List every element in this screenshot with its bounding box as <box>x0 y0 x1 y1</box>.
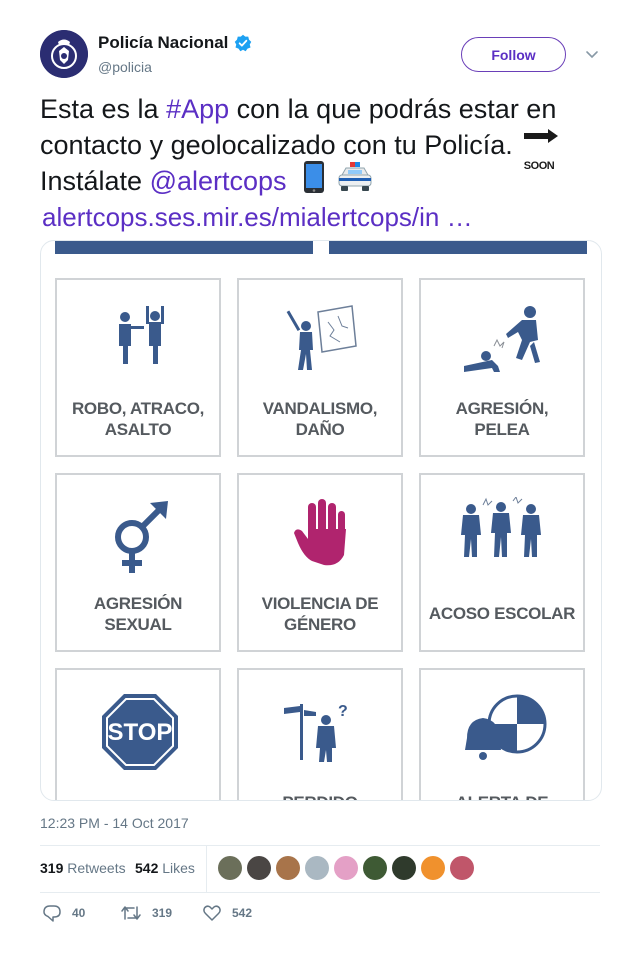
tweet-text-segment: Instálate <box>40 166 150 196</box>
tweet-text-segment: con la que podrás estar en <box>229 94 557 124</box>
tile-label-line: PELEA <box>474 420 530 439</box>
tile-label-line: AGRESIÓN, <box>455 399 549 418</box>
account-name[interactable]: Policía Nacional <box>98 33 228 53</box>
tweet-line-4: alertcops.ses.mir.es/mialertcops/in … <box>40 199 600 235</box>
follow-button[interactable]: Follow <box>461 37 566 72</box>
liker-avatar[interactable] <box>218 856 242 880</box>
tile-label: AGRESIÓN, PELEA <box>421 398 583 440</box>
account-handle[interactable]: @policia <box>98 59 152 75</box>
tile-label: ROBO, ATRACO, ASALTO <box>57 398 219 440</box>
url-link[interactable]: alertcops.ses.mir.es/mialertcops/in … <box>42 199 473 235</box>
tweet-text: Esta es la #App con la que podrás estar … <box>40 91 600 235</box>
reply-count: 40 <box>72 906 86 920</box>
likes-stat[interactable]: 542 Likes <box>135 860 195 876</box>
tile-sexual-assault: AGRESIÓN SEXUAL <box>55 473 221 652</box>
red-hand-icon <box>294 499 346 566</box>
tweet-media-image[interactable]: ROBO, ATRACO, ASALTO VANDALISMO, DAÑO AG… <box>40 240 602 801</box>
robbery-icon <box>119 306 164 364</box>
account-name-row: Policía Nacional <box>98 33 252 53</box>
heart-icon <box>203 905 221 921</box>
tile-label-line: AGRESIÓN <box>93 594 183 613</box>
liker-avatar[interactable] <box>247 856 271 880</box>
tile-lost: ? PERDIDO <box>237 668 403 800</box>
chevron-down-icon[interactable] <box>585 47 599 61</box>
soon-arrow-icon: SOON <box>523 127 560 172</box>
tweet-line-1: Esta es la #App con la que podrás estar … <box>40 91 600 127</box>
tile-label: AGRESIÓN SEXUAL <box>57 593 219 635</box>
tile-label-line: SEXUAL <box>104 615 172 634</box>
police-emblem-icon <box>40 30 88 78</box>
reply-button[interactable]: 40 <box>42 903 85 923</box>
like-count: 542 <box>232 906 253 920</box>
tile-label-line: ALERTA DE <box>421 792 583 800</box>
stats-separator <box>206 846 207 892</box>
tile-label: VIOLENCIA DE GÉNERO <box>239 593 401 635</box>
tile-label: ACOSO ESCOLAR <box>421 603 583 624</box>
fight-icon <box>464 306 540 372</box>
police-car-icon <box>337 161 373 202</box>
retweets-stat[interactable]: 319 Retweets <box>40 860 126 876</box>
tile-label: VANDALISMO, DAÑO <box>239 398 401 440</box>
retweets-count: 319 <box>40 860 64 876</box>
tweet-line-2: contacto y geolocalizado con tu Policía.… <box>40 127 600 172</box>
stop-sign-icon: STOP <box>102 694 178 770</box>
alert-bell-icon <box>465 694 547 760</box>
svg-text:?: ? <box>338 704 348 720</box>
retweets-label: Retweets <box>67 860 126 876</box>
tweet-stats: 319 Retweets 542 Likes <box>40 846 600 892</box>
soon-label: SOON <box>523 160 555 172</box>
tile-vandalism: VANDALISMO, DAÑO <box>237 278 403 457</box>
tile-label-line: ROBO, ATRACO, <box>71 399 205 418</box>
media-top-bar <box>329 241 587 254</box>
tile-label: PERDIDO <box>239 792 401 800</box>
tile-stop: STOP <box>55 668 221 800</box>
liker-avatar[interactable] <box>305 856 329 880</box>
tile-label-line: VIOLENCIA DE <box>261 594 379 613</box>
tile-label-line: PERDIDO <box>239 792 401 800</box>
reply-icon <box>43 905 61 922</box>
mobile-phone-icon <box>303 160 325 203</box>
tile-label-line: VANDALISMO, <box>262 399 378 418</box>
tile-label-line: DAÑO <box>295 420 345 439</box>
account-avatar[interactable] <box>40 30 88 78</box>
liker-avatar[interactable] <box>392 856 416 880</box>
tweet-text-segment: Esta es la <box>40 94 167 124</box>
tile-label-line: ASALTO <box>104 420 172 439</box>
liker-avatar[interactable] <box>334 856 358 880</box>
divider <box>40 892 600 893</box>
liker-avatar[interactable] <box>276 856 300 880</box>
tile-alert: ALERTA DE <box>419 668 585 800</box>
lost-person-icon: ? <box>284 704 348 762</box>
tweet-text-segment: contacto y geolocalizado con tu Policía. <box>40 130 513 160</box>
likes-count: 542 <box>135 860 159 876</box>
tweet-timestamp[interactable]: 12:23 PM - 14 Oct 2017 <box>40 815 189 831</box>
tile-robbery: ROBO, ATRACO, ASALTO <box>55 278 221 457</box>
retweet-button[interactable]: 319 <box>120 903 172 923</box>
tile-fight: AGRESIÓN, PELEA <box>419 278 585 457</box>
media-top-bar <box>55 241 313 254</box>
tile-label-line: ACOSO ESCOLAR <box>428 604 576 623</box>
gender-symbol-icon <box>115 501 168 573</box>
tile-gender-violence: VIOLENCIA DE GÉNERO <box>237 473 403 652</box>
stop-sign-text: STOP <box>108 719 173 746</box>
tile-label-line: GÉNERO <box>284 615 356 634</box>
tile-label: ALERTA DE <box>421 792 583 800</box>
liker-avatar[interactable] <box>450 856 474 880</box>
likes-label: Likes <box>162 860 195 876</box>
verified-badge-icon <box>235 34 252 52</box>
retweet-count: 319 <box>152 906 173 920</box>
liker-avatar[interactable] <box>363 856 387 880</box>
mention-link[interactable]: @alertcops <box>150 163 287 199</box>
tweet-header: Policía Nacional @policia Follow <box>40 30 600 80</box>
tile-bullying: ACOSO ESCOLAR <box>419 473 585 652</box>
liker-avatar[interactable] <box>421 856 445 880</box>
bullying-icon <box>461 497 541 557</box>
liker-avatars <box>218 856 474 880</box>
tweet-line-3: Instálate @alertcops <box>40 160 600 202</box>
like-button[interactable]: 542 <box>202 903 252 923</box>
vandalism-icon <box>286 305 357 370</box>
retweet-icon <box>121 906 141 920</box>
hashtag-link[interactable]: #App <box>166 91 229 127</box>
